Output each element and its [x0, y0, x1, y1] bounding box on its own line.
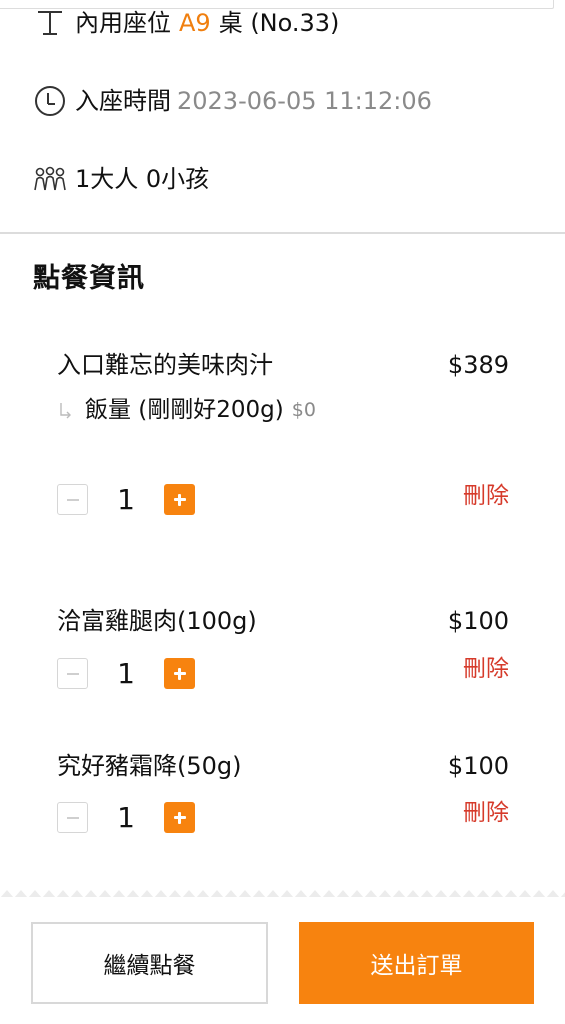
order-item: 洽富雞腿肉(100g) $100 1 刪除 — [57, 606, 509, 696]
guest-count: 1大人 0小孩 — [75, 165, 210, 193]
guests-row: 1大人 0小孩 — [33, 162, 209, 196]
footer-actions: 繼續點餐 送出訂單 — [0, 897, 565, 1024]
decrease-quantity-button[interactable] — [57, 484, 88, 515]
clock-icon — [33, 84, 67, 118]
option-price: $0 — [291, 399, 316, 421]
seat-row: 內用座位 A9 桌 (No.33) — [33, 6, 339, 40]
continue-ordering-button[interactable]: 繼續點餐 — [31, 922, 268, 1004]
item-price: $100 — [447, 607, 509, 635]
increase-quantity-button[interactable] — [164, 658, 195, 689]
table-icon — [33, 6, 67, 40]
quantity-value: 1 — [117, 801, 135, 834]
seat-time-row: 入座時間 2023-06-05 11:12:06 — [33, 84, 432, 118]
item-name: 究好豬霜降(50g) — [57, 752, 242, 780]
delete-item-button[interactable]: 刪除 — [463, 654, 509, 684]
item-option: 飯量 (剛剛好200g) $0 — [57, 395, 316, 425]
decrease-quantity-button[interactable] — [57, 802, 88, 833]
option-name: 飯量 (剛剛好200g) — [85, 397, 284, 423]
quantity-stepper: 1 — [57, 484, 195, 515]
order-section-title: 點餐資訊 — [33, 263, 145, 294]
quantity-value: 1 — [117, 483, 135, 516]
delete-item-button[interactable]: 刪除 — [463, 798, 509, 828]
table-info-card: 內用座位 A9 桌 (No.33) 入座時間 2023-06-05 11:12:… — [0, 0, 565, 234]
quantity-stepper: 1 — [57, 802, 195, 833]
order-item: 究好豬霜降(50g) $100 1 刪除 — [57, 751, 509, 841]
increase-quantity-button[interactable] — [164, 802, 195, 833]
minus-icon — [66, 672, 79, 675]
minus-icon — [66, 816, 79, 819]
quantity-stepper: 1 — [57, 658, 195, 689]
item-name: 洽富雞腿肉(100g) — [57, 607, 257, 635]
sub-option-arrow-icon — [57, 400, 75, 420]
item-price: $100 — [447, 752, 509, 780]
zigzag-divider — [0, 882, 565, 898]
seat-prefix: 內用座位 — [75, 9, 171, 37]
seat-time-value: 2023-06-05 11:12:06 — [177, 87, 432, 115]
people-icon — [33, 162, 67, 196]
item-name: 入口難忘的美味肉汁 — [57, 351, 273, 379]
minus-icon — [66, 498, 79, 501]
seat-suffix: 桌 (No.33) — [218, 9, 340, 37]
decrease-quantity-button[interactable] — [57, 658, 88, 689]
delete-item-button[interactable]: 刪除 — [463, 481, 509, 511]
submit-order-button[interactable]: 送出訂單 — [299, 922, 534, 1004]
seat-code: A9 — [179, 9, 211, 37]
quantity-value: 1 — [117, 657, 135, 690]
item-price: $389 — [447, 351, 509, 379]
increase-quantity-button[interactable] — [164, 484, 195, 515]
seat-time-label: 入座時間 — [75, 87, 171, 115]
order-item: 入口難忘的美味肉汁 $389 飯量 (剛剛好200g) $0 1 刪除 — [57, 350, 509, 520]
